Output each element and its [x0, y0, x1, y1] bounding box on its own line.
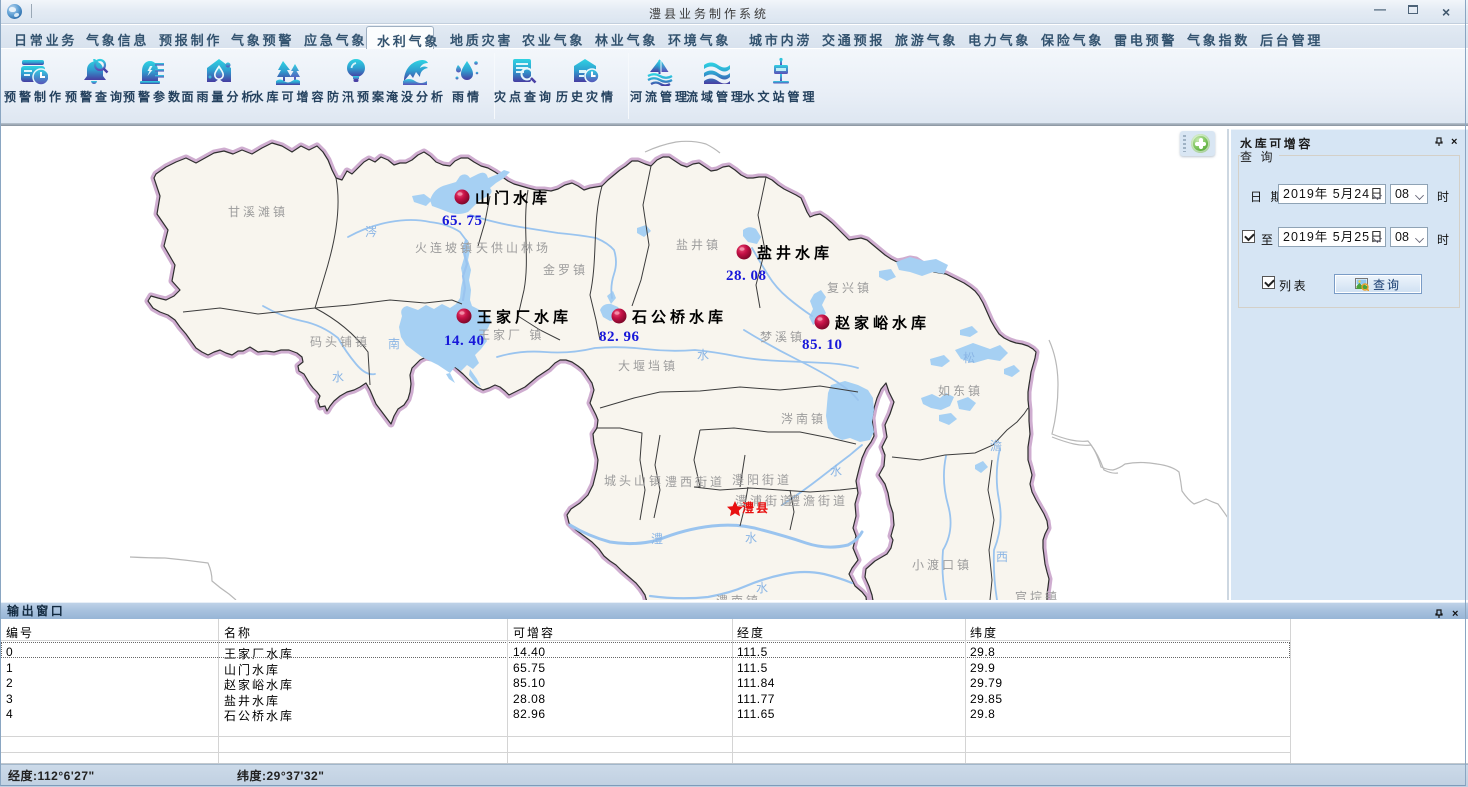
svg-text:南: 南 — [388, 336, 400, 351]
svg-text:码头铺镇: 码头铺镇 — [310, 335, 370, 349]
svg-text:涔: 涔 — [365, 225, 377, 239]
svg-text:水: 水 — [332, 370, 344, 384]
svg-text:盐井镇: 盐井镇 — [676, 238, 721, 252]
svg-text:28. 08: 28. 08 — [726, 268, 767, 284]
svg-text:水: 水 — [756, 581, 768, 595]
svg-text:如东镇: 如东镇 — [938, 383, 983, 398]
svg-text:火连坡镇: 火连坡镇 — [415, 240, 475, 255]
svg-text:水: 水 — [697, 348, 709, 362]
svg-text:小渡口镇: 小渡口镇 — [912, 557, 972, 572]
svg-text:赵家峪水库: 赵家峪水库 — [834, 314, 930, 332]
svg-text:澧: 澧 — [651, 532, 663, 546]
svg-text:松: 松 — [963, 351, 975, 365]
svg-text:盐井水库: 盐井水库 — [757, 244, 833, 262]
svg-text:梦溪镇: 梦溪镇 — [760, 330, 805, 344]
svg-text:大堰垱镇: 大堰垱镇 — [618, 359, 678, 373]
svg-text:王家厂 镇: 王家厂 镇 — [478, 327, 544, 342]
svg-text:水: 水 — [830, 464, 842, 478]
svg-text:官垸镇: 官垸镇 — [1015, 589, 1060, 600]
svg-text:澧阳街道: 澧阳街道 — [732, 473, 792, 487]
svg-text:水: 水 — [745, 531, 757, 545]
svg-text:65. 75: 65. 75 — [442, 213, 483, 229]
svg-text:甘溪滩镇: 甘溪滩镇 — [228, 205, 288, 219]
svg-text:澹: 澹 — [990, 439, 1002, 453]
svg-text:82. 96: 82. 96 — [599, 329, 640, 345]
svg-text:复兴镇: 复兴镇 — [827, 281, 872, 295]
svg-text:85. 10: 85. 10 — [802, 337, 843, 353]
svg-text:澧南镇: 澧南镇 — [716, 593, 761, 600]
svg-text:西: 西 — [996, 550, 1008, 564]
svg-text:山门水库: 山门水库 — [475, 189, 551, 207]
svg-text:14. 40: 14. 40 — [444, 333, 485, 349]
svg-text:石公桥水库: 石公桥水库 — [631, 308, 727, 326]
svg-text:金罗镇: 金罗镇 — [543, 262, 588, 277]
svg-text:天供山林场: 天供山林场 — [476, 241, 551, 255]
svg-text:王家厂水库: 王家厂水库 — [477, 308, 572, 326]
svg-text:城头山镇: 城头山镇 — [604, 474, 664, 488]
svg-text:澧澹街道: 澧澹街道 — [788, 494, 848, 508]
svg-text:澧县: 澧县 — [742, 500, 770, 515]
svg-text:涔南镇: 涔南镇 — [781, 411, 826, 426]
svg-text:澧西街道: 澧西街道 — [665, 475, 725, 489]
